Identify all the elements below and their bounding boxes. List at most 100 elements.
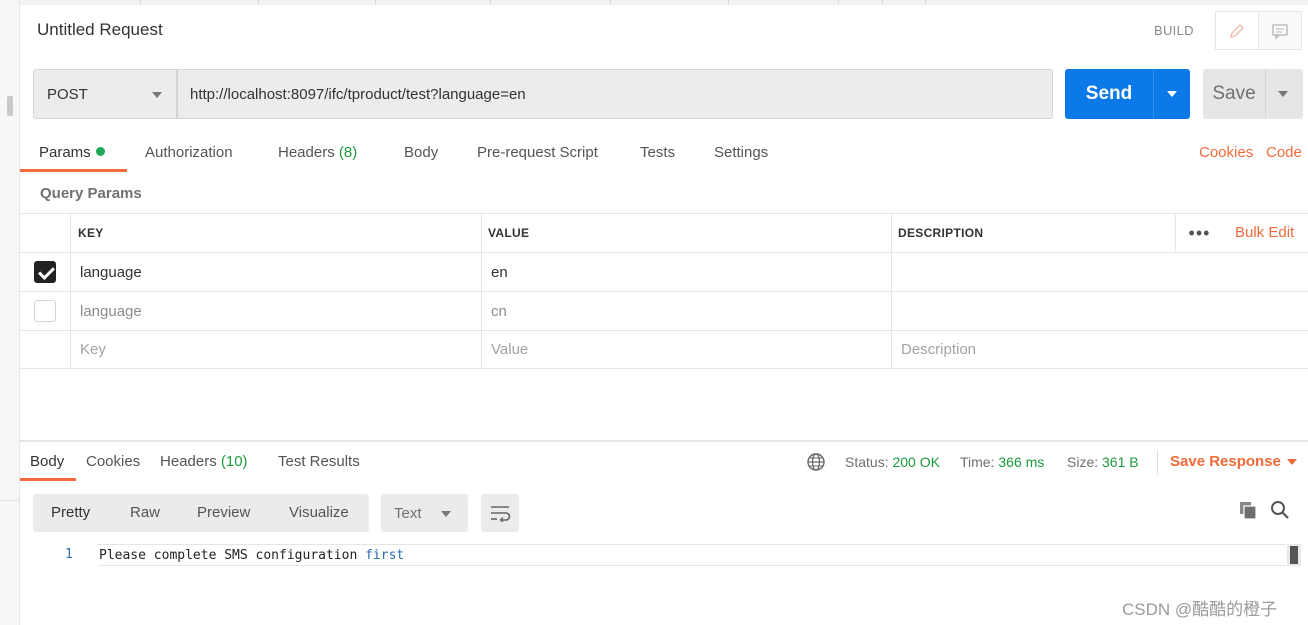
edit-pencil-icon[interactable] (1216, 12, 1258, 49)
build-mode-label: BUILD (1154, 23, 1194, 38)
params-active-dot-icon (95, 147, 105, 156)
table-row: language cn (20, 291, 1308, 330)
tab-headers[interactable]: Headers (8) (278, 144, 357, 161)
tab-params[interactable]: Params (39, 144, 105, 161)
row-checkbox-cell (20, 292, 71, 330)
tab-strip (20, 0, 1308, 5)
globe-icon[interactable] (806, 452, 826, 472)
row-checkbox-unchecked[interactable] (34, 300, 56, 322)
response-text-main: Please complete SMS configuration (99, 548, 366, 563)
time-label: Time: (960, 454, 995, 470)
response-type-select[interactable]: Text (381, 494, 468, 532)
new-key-input[interactable]: Key (71, 331, 482, 368)
chevron-down-icon (1278, 91, 1288, 97)
gutter-divider (0, 500, 20, 501)
active-tab-underline (20, 169, 127, 172)
format-toggle-group: Pretty Raw Preview Visualize (33, 494, 369, 532)
line-number: 1 (65, 547, 73, 562)
response-tab-headers-count: (10) (220, 453, 248, 470)
search-icon[interactable] (1270, 500, 1290, 520)
response-body-text[interactable]: Please complete SMS configuration first (98, 544, 1286, 566)
response-body-line: 1 Please complete SMS configuration firs… (20, 544, 1286, 566)
param-description[interactable] (892, 292, 1308, 330)
param-value[interactable]: en (482, 253, 892, 291)
response-active-tab-underline (20, 478, 76, 481)
size-value: 361 B (1102, 454, 1139, 470)
column-header-key: KEY (71, 214, 482, 252)
format-raw[interactable]: Raw (130, 504, 160, 521)
left-gutter (0, 0, 20, 625)
response-tab-test-results[interactable]: Test Results (278, 453, 360, 470)
status-value: 200 OK (892, 454, 940, 470)
param-key[interactable]: language (71, 292, 482, 330)
row-checkbox-checked[interactable] (34, 261, 56, 283)
method-select[interactable]: POST (33, 69, 177, 119)
response-tab-headers[interactable]: Headers (10) (160, 453, 248, 470)
response-tab-cookies[interactable]: Cookies (86, 453, 140, 470)
table-row: language en (20, 252, 1308, 291)
chevron-down-icon[interactable] (1287, 459, 1297, 465)
new-description-input[interactable]: Description (892, 331, 1308, 368)
save-response-button[interactable]: Save Response (1170, 453, 1281, 470)
param-key[interactable]: language (71, 253, 482, 291)
tab-headers-count: (8) (338, 144, 358, 161)
response-status[interactable]: Status: 200 OK (845, 454, 940, 470)
wrap-lines-icon (491, 506, 511, 522)
table-header-row: KEY VALUE DESCRIPTION ••• Bulk Edit (20, 213, 1308, 252)
status-label: Status: (845, 454, 889, 470)
tab-settings[interactable]: Settings (714, 144, 768, 161)
response-time[interactable]: Time: 366 ms (960, 454, 1044, 470)
table-row-new: Key Value Description (20, 330, 1308, 369)
format-pretty[interactable]: Pretty (51, 504, 90, 521)
copy-icon[interactable] (1238, 500, 1258, 520)
header-icon-group (1215, 11, 1302, 50)
size-label: Size: (1067, 454, 1099, 470)
chevron-down-icon (1167, 91, 1177, 97)
more-options-icon[interactable]: ••• (1175, 214, 1223, 252)
send-label[interactable]: Send (1065, 69, 1153, 119)
comment-icon[interactable] (1258, 12, 1301, 49)
tab-pre-request-script[interactable]: Pre-request Script (477, 144, 598, 161)
url-input[interactable]: http://localhost:8097/ifc/tproduct/test?… (177, 69, 1053, 119)
sidebar-scrollbar[interactable] (7, 96, 13, 116)
response-text-highlight: first (365, 548, 405, 563)
tab-body[interactable]: Body (404, 144, 438, 161)
format-visualize[interactable]: Visualize (289, 504, 349, 521)
param-description[interactable] (892, 253, 1308, 291)
query-params-heading: Query Params (40, 185, 142, 202)
tab-tests[interactable]: Tests (640, 144, 675, 161)
header-checkbox-cell (20, 214, 71, 252)
watermark-text: CSDN @酷酷的橙子 (1122, 600, 1278, 619)
send-options-dropdown[interactable] (1153, 69, 1190, 119)
response-tab-body[interactable]: Body (30, 453, 64, 470)
response-scrollbar[interactable] (1287, 544, 1301, 566)
tab-authorization[interactable]: Authorization (145, 144, 233, 161)
request-tabs: Params Authorization Headers (8) Body Pr… (20, 137, 1308, 173)
tab-headers-label: Headers (278, 144, 335, 161)
response-tab-headers-label: Headers (160, 453, 217, 470)
request-title[interactable]: Untitled Request (37, 20, 163, 40)
chevron-down-icon (152, 92, 162, 98)
row-checkbox-cell (20, 331, 71, 368)
row-checkbox-cell (20, 253, 71, 291)
query-params-table: KEY VALUE DESCRIPTION ••• Bulk Edit lang… (20, 213, 1308, 369)
response-size[interactable]: Size: 361 B (1067, 454, 1139, 470)
wrap-lines-button[interactable] (481, 494, 519, 532)
cookies-link[interactable]: Cookies (1199, 144, 1253, 161)
response-divider[interactable] (20, 440, 1308, 442)
param-value[interactable]: cn (482, 292, 892, 330)
bulk-edit-link[interactable]: Bulk Edit (1235, 224, 1294, 241)
save-label[interactable]: Save (1203, 69, 1265, 119)
column-header-value: VALUE (482, 214, 892, 252)
new-value-input[interactable]: Value (482, 331, 892, 368)
chevron-down-icon (441, 511, 451, 517)
response-type-value: Text (394, 504, 422, 522)
code-link[interactable]: Code (1266, 144, 1302, 161)
time-value: 366 ms (998, 454, 1045, 470)
save-options-dropdown[interactable] (1265, 69, 1303, 119)
send-button[interactable]: Send (1065, 69, 1190, 119)
method-value: POST (47, 85, 88, 103)
save-button[interactable]: Save (1203, 69, 1303, 119)
format-preview[interactable]: Preview (197, 504, 250, 521)
scrollbar-thumb[interactable] (1290, 546, 1298, 564)
